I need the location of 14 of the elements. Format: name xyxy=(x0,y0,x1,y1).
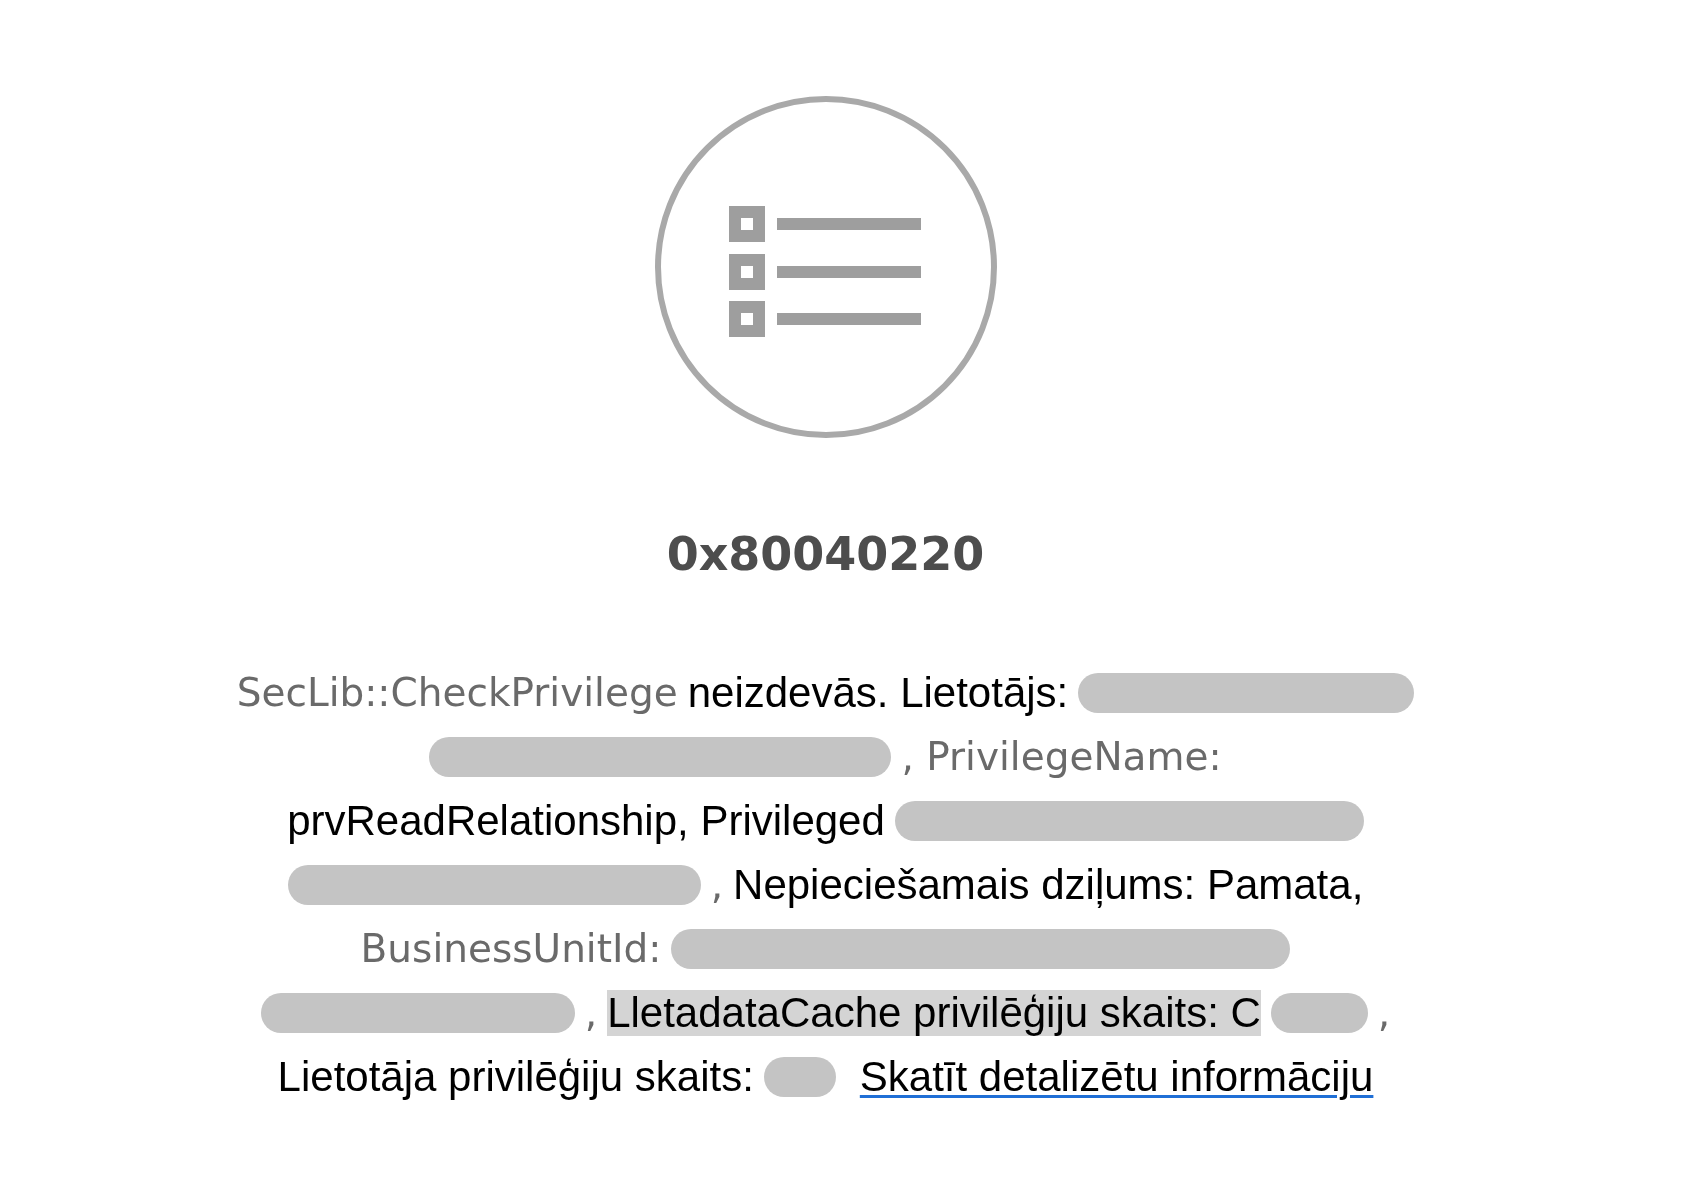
message-text: BusinessUnitId: xyxy=(360,925,662,973)
message-text: neizdevās. Lietotājs: xyxy=(687,668,1069,718)
highlighted-text: LletadataCache privilēģiju skaits: C xyxy=(607,990,1261,1036)
error-code: 0x80040220 xyxy=(666,527,985,581)
message-text: SecLib::CheckPrivilege xyxy=(236,669,678,717)
message-text: prvReadRelationship, Privileged xyxy=(287,796,885,846)
message-text: Nepieciešamais dziļums: Pamata, xyxy=(733,860,1364,910)
checklist-icon xyxy=(653,95,998,439)
message-text: , xyxy=(710,861,724,909)
message-text: Lietotāja privilēģiju skaits: xyxy=(277,1052,754,1102)
message-text: , xyxy=(1377,989,1391,1037)
message-text: , PrivilegeName: xyxy=(901,733,1222,781)
details-link[interactable]: Skatīt detalizētu informāciju xyxy=(859,1052,1374,1102)
message-text: , xyxy=(584,989,598,1037)
